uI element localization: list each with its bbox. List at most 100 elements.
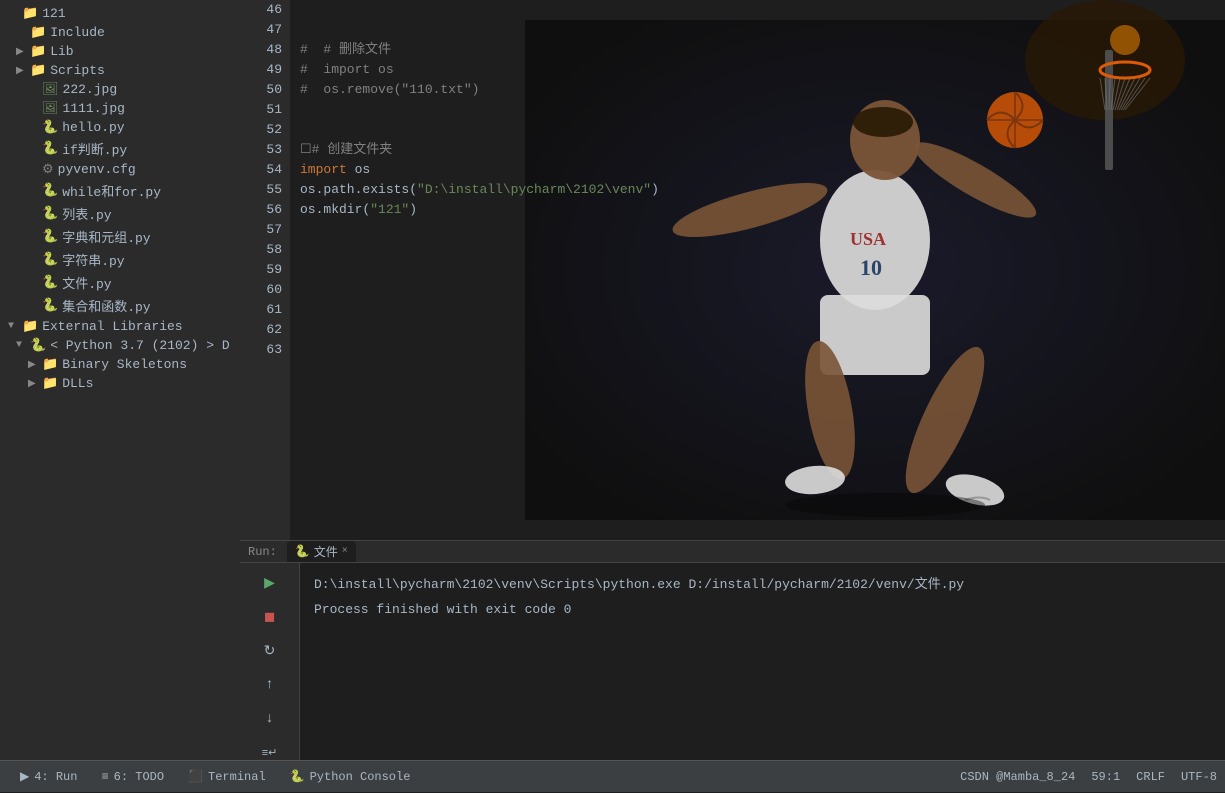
line-number-48: 48 (248, 40, 282, 60)
status-position[interactable]: 59:1 (1091, 770, 1120, 784)
crlf-text: CRLF (1136, 770, 1165, 784)
code-line-62 (300, 320, 1225, 340)
run-tab-close[interactable]: × (342, 546, 348, 557)
code-editor[interactable]: # # 删除文件 # import os # os.remove("110.txt"… (290, 0, 1225, 540)
sidebar-item-label: 列表.py (62, 204, 111, 223)
sidebar-item-label: < Python 3.7 (2102) > D (50, 338, 229, 353)
arrow-icon: ▶ (16, 65, 30, 77)
line-number-62: 62 (248, 320, 282, 340)
sidebar-item-strpy[interactable]: 🐍字符串.py (0, 248, 240, 271)
sidebar-item-extlib[interactable]: ▼📁External Libraries (0, 317, 240, 336)
run-tabs: Run: 🐍 文件 × (240, 541, 1225, 563)
bottom-tab-run[interactable]: ▶4: Run (8, 761, 89, 793)
line-number-46: 46 (248, 0, 282, 20)
arrow-icon: ▶ (16, 46, 30, 58)
py-icon: 🐍 (42, 275, 58, 290)
run-wrap-button[interactable]: ≡↵ (256, 739, 284, 760)
sidebar-item-python37[interactable]: ▼🐍 < Python 3.7 (2102) > D (0, 336, 240, 355)
cfg-icon: ⚙ (42, 162, 54, 177)
sidebar-item-whilepy[interactable]: 🐍 while和for.py (0, 179, 240, 202)
sidebar-item-lib[interactable]: ▶📁Lib (0, 42, 240, 61)
code-line-51 (300, 100, 1225, 120)
todo-tab-label: 6: TODO (114, 770, 164, 784)
sidebar-item-pyvenv[interactable]: ⚙ pyvenv.cfg (0, 160, 240, 179)
code-line-47 (300, 20, 1225, 40)
sidebar-item-filepy[interactable]: 🐍 文件.py (0, 271, 240, 294)
run-rerun-button[interactable]: ↻ (256, 637, 284, 665)
status-watermark: CSDN @Mamba_8_24 (960, 770, 1075, 784)
watermark-text: CSDN @Mamba_8_24 (960, 770, 1075, 784)
encoding-text: UTF-8 (1181, 770, 1217, 784)
bottom-tab-todo[interactable]: ≡6: TODO (89, 761, 176, 793)
code-line-61 (300, 300, 1225, 320)
sidebar-item-label: while和for.py (62, 181, 161, 200)
status-crlf[interactable]: CRLF (1136, 770, 1165, 784)
run-tab-file[interactable]: 🐍 文件 × (287, 541, 356, 562)
line-number-52: 52 (248, 120, 282, 140)
keyword-token: import (300, 162, 347, 177)
sidebar-item-label: DLLs (62, 376, 93, 391)
bottom-tab-terminal[interactable]: ⬛Terminal (176, 761, 278, 793)
sidebar-item-include[interactable]: 📁Include (0, 23, 240, 42)
sidebar-item-hellopy[interactable]: 🐍hello.py (0, 118, 240, 137)
run-command-line: D:\install\pycharm\2102\venv\Scripts\pyt… (314, 573, 1211, 592)
folder-icon: 📁 (30, 25, 46, 40)
py-icon: 🐍 (30, 338, 46, 353)
string-token: "D:\install\pycharm\2102\venv" (417, 182, 651, 197)
sidebar-item-dictpy[interactable]: 🐍 字典和元组.py (0, 225, 240, 248)
run-tab-icon: ▶ (20, 769, 29, 784)
normal-token: os.path.exists( (300, 182, 417, 197)
sidebar-item-121[interactable]: 📁 121 (0, 4, 240, 23)
run-scroll-up-button[interactable]: ↑ (256, 671, 284, 699)
sidebar-item-label: Binary Skeletons (62, 357, 187, 372)
string-token: "121" (370, 202, 409, 217)
comment-token: # os.remove("110.txt") (300, 82, 479, 97)
run-play-button[interactable]: ▶ (256, 569, 284, 597)
sidebar-item-label: pyvenv.cfg (58, 162, 136, 177)
py-icon: 🐍 (42, 183, 58, 198)
folder-icon: 📁 (42, 357, 58, 372)
code-line-57 (300, 220, 1225, 240)
sidebar-item-label: 文件.py (62, 273, 111, 292)
sidebar-item-binskel[interactable]: ▶📁Binary Skeletons (0, 355, 240, 374)
line-number-61: 61 (248, 300, 282, 320)
line-numbers: 464748495051525354555657585960616263 (240, 0, 290, 540)
run-content: ▶ ◼ ↻ ↑ ↓ ≡↵ ⇅ 📌 🗑 D:\install\pycharm\21… (240, 563, 1225, 760)
sidebar-item-label: External Libraries (42, 319, 182, 334)
py-icon: 🐍 (42, 229, 58, 244)
sidebar-item-dlls[interactable]: ▶📁DLLs (0, 374, 240, 393)
code-line-48: # # 删除文件 (300, 40, 1225, 60)
arrow-icon: ▼ (8, 321, 22, 332)
sidebar-item-label: 121 (42, 6, 65, 21)
sidebar-item-label: 字典和元组.py (62, 227, 150, 246)
bottom-tab-python_console[interactable]: 🐍Python Console (278, 761, 423, 793)
code-line-49: # import os (300, 60, 1225, 80)
folder-icon: 📁 (22, 6, 38, 21)
arrow-icon: ▼ (16, 340, 30, 351)
run-scroll-down-button[interactable]: ↓ (256, 705, 284, 733)
run-output-result: Process finished with exit code 0 (314, 602, 1211, 617)
line-number-58: 58 (248, 240, 282, 260)
comment-token: # # 删除文件 (300, 42, 391, 57)
line-number-59: 59 (248, 260, 282, 280)
status-encoding[interactable]: UTF-8 (1181, 770, 1217, 784)
code-line-52 (300, 120, 1225, 140)
comment-token: # import os (300, 62, 394, 77)
line-number-49: 49 (248, 60, 282, 80)
py-icon: 🐍 (42, 252, 58, 267)
sidebar-item-setpy[interactable]: 🐍集合和函数.py (0, 294, 240, 317)
line-number-56: 56 (248, 200, 282, 220)
run-stop-button[interactable]: ◼ (256, 603, 284, 631)
terminal-tab-icon: ⬛ (188, 769, 203, 784)
line-number-57: 57 (248, 220, 282, 240)
img-icon: 🖼 (42, 101, 59, 116)
sidebar-item-listpy[interactable]: 🐍列表.py (0, 202, 240, 225)
sidebar-item-label: 集合和函数.py (62, 296, 150, 315)
sidebar-item-1111jpg[interactable]: 🖼1111.jpg (0, 99, 240, 118)
editor-content: USA 10 (240, 0, 1225, 540)
sidebar-item-scripts[interactable]: ▶📁Scripts (0, 61, 240, 80)
comment-token: ☐# 创建文件夹 (300, 142, 392, 157)
line-number-54: 54 (248, 160, 282, 180)
sidebar-item-222jpg[interactable]: 🖼222.jpg (0, 80, 240, 99)
sidebar-item-ifpy[interactable]: 🐍if判断.py (0, 137, 240, 160)
